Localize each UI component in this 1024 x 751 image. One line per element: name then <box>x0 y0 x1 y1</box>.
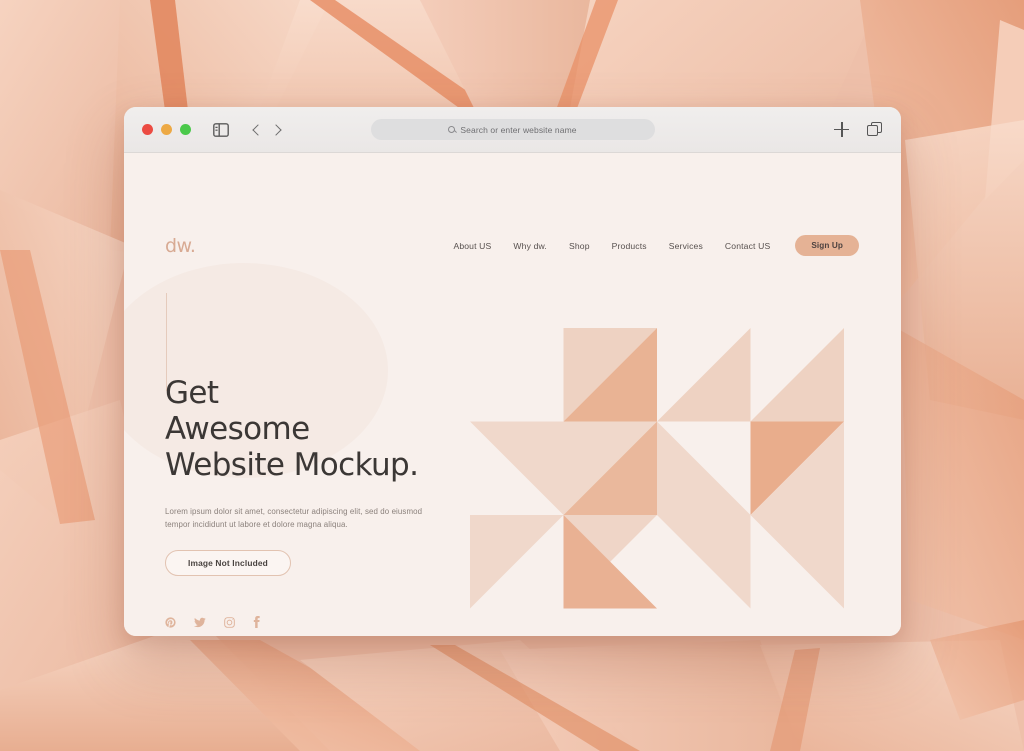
site-nav: About US Why dw. Shop Products Services … <box>442 235 859 256</box>
hero-heading-line-3: Website Mockup. <box>165 447 419 483</box>
social-links <box>165 616 260 628</box>
nav-item-services[interactable]: Services <box>658 241 714 251</box>
hero-heading: Get Awesome Website Mockup. <box>165 375 465 483</box>
browser-window: Search or enter website name dw. About U… <box>124 107 901 636</box>
pinterest-icon[interactable] <box>165 616 176 628</box>
geometric-triangle-pattern <box>470 328 844 609</box>
maximize-window-button[interactable] <box>180 124 191 135</box>
traffic-lights <box>142 124 191 135</box>
hero-section: Get Awesome Website Mockup. Lorem ipsum … <box>165 375 465 576</box>
hero-heading-line-1: Get <box>165 375 219 411</box>
close-window-button[interactable] <box>142 124 153 135</box>
tab-overview-icon[interactable] <box>867 121 883 138</box>
minimize-window-button[interactable] <box>161 124 172 135</box>
instagram-icon[interactable] <box>224 616 235 628</box>
nav-item-about-us[interactable]: About US <box>442 241 502 251</box>
chevron-left-icon[interactable] <box>252 123 264 136</box>
nav-item-contact-us[interactable]: Contact US <box>714 241 781 251</box>
twitter-icon[interactable] <box>194 617 206 628</box>
address-bar-placeholder: Search or enter website name <box>460 124 577 135</box>
nav-item-shop[interactable]: Shop <box>558 241 601 251</box>
image-not-included-button[interactable]: Image Not Included <box>165 550 291 576</box>
hero-paragraph: Lorem ipsum dolor sit amet, consectetur … <box>165 507 423 529</box>
hero-heading-line-2: Awesome <box>165 411 310 447</box>
facebook-icon[interactable] <box>253 616 260 628</box>
sign-up-button[interactable]: Sign Up <box>795 235 859 256</box>
nav-item-why-dw[interactable]: Why dw. <box>502 241 558 251</box>
search-icon <box>448 126 456 133</box>
address-bar[interactable]: Search or enter website name <box>370 119 655 140</box>
nav-item-products[interactable]: Products <box>601 241 658 251</box>
plus-icon[interactable] <box>834 122 849 137</box>
site-logo[interactable]: dw. <box>165 235 196 257</box>
sidebar-toggle-icon[interactable] <box>211 120 230 139</box>
chevron-right-icon[interactable] <box>270 123 282 136</box>
browser-toolbar: Search or enter website name <box>124 107 901 153</box>
website-page: dw. About US Why dw. Shop Products Servi… <box>124 153 901 636</box>
